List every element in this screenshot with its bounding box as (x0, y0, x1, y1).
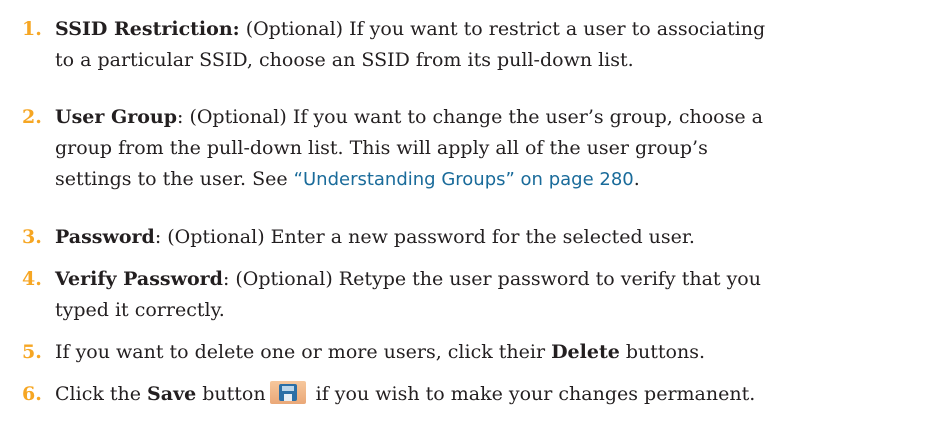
step-text: Click the Save button if you wish to mak… (55, 381, 756, 405)
step-text: Verify Password: (Optional) Retype the u… (55, 268, 761, 321)
step-term: Delete (551, 341, 620, 363)
step-number: 4. (22, 268, 42, 290)
step-term: Verify Password (55, 268, 223, 290)
step-term: Save (147, 383, 197, 405)
cross-reference-link[interactable]: “Understanding Groups” on page 280 (294, 169, 634, 190)
step-term: User Group (55, 106, 177, 128)
step-text: If you want to delete one or more users,… (55, 341, 706, 363)
step-number: 3. (22, 226, 42, 248)
step-number: 1. (22, 18, 42, 40)
save-icon (269, 381, 306, 404)
step-number: 6. (22, 383, 42, 405)
step-number: 5. (22, 341, 42, 363)
step-text: SSID Restriction: (Optional) If you want… (55, 18, 766, 71)
step-text: Password: (Optional) Enter a new passwor… (55, 226, 695, 248)
step-text: User Group: (Optional) If you want to ch… (55, 106, 763, 190)
step-term: Password (55, 226, 155, 248)
step-number: 2. (22, 106, 42, 128)
step-term: SSID Restriction: (55, 18, 240, 40)
